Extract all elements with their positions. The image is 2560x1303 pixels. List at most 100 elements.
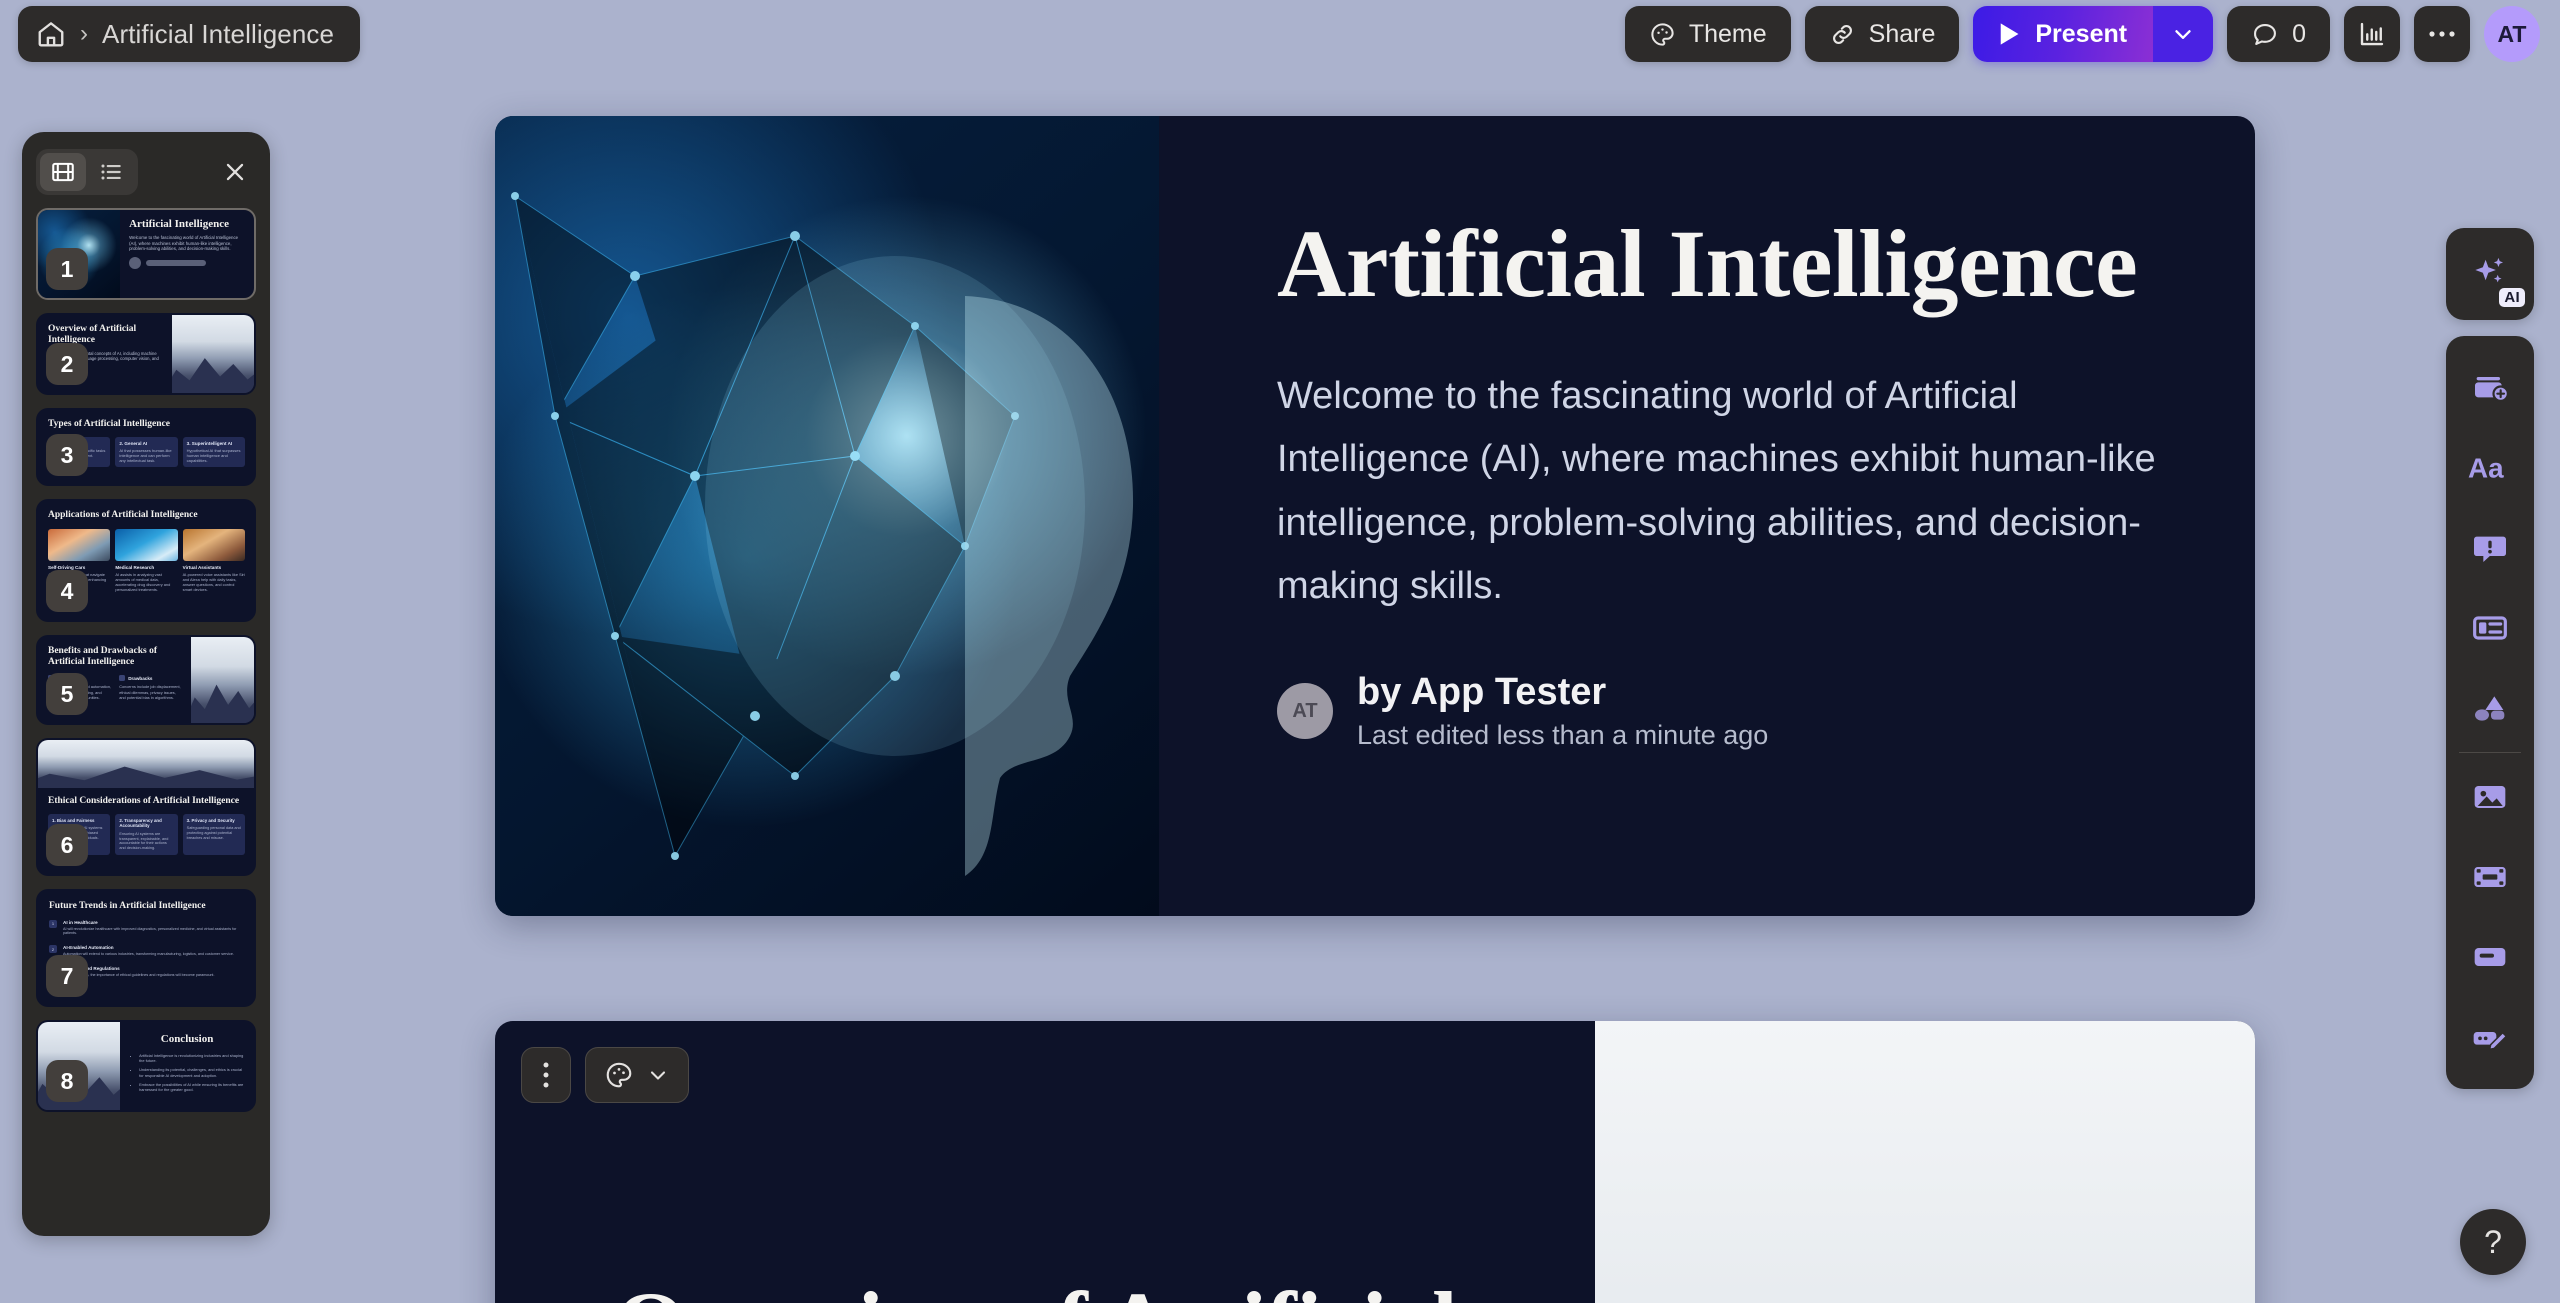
thumb-card-text: Concerns include job displacement, ethic… [119,684,181,700]
thumb-title: Future Trends in Artificial Intelligence [49,901,206,911]
layout-button[interactable] [2446,588,2534,668]
slide-number-badge: 3 [46,434,88,476]
image-button[interactable] [2446,757,2534,837]
ai-neural-head-image [495,116,1159,916]
slide-2-title[interactable]: Overview of Artificial [615,1271,1595,1303]
slide-panel-header [36,146,256,198]
text-button[interactable]: Aa [2446,428,2534,508]
breadcrumb-separator: › [80,20,88,47]
theme-button[interactable]: Theme [1624,6,1791,62]
shapes-button[interactable] [2446,668,2534,748]
text-aa-icon: Aa [2468,453,2504,484]
add-card-button[interactable] [2446,348,2534,428]
thumb-title: Types of Artificial Intelligence [48,419,170,429]
chevron-down-icon [650,1071,666,1080]
slide-title[interactable]: Artificial Intelligence [1277,208,2171,319]
top-bar: › Artificial Intelligence Theme Share Pr… [0,0,2560,68]
video-button[interactable] [2446,837,2534,917]
thumb-bullet: Understanding its potential, challenges,… [139,1067,244,1077]
thumb-title: Ethical Considerations of Artificial Int… [48,796,240,806]
thumb-bullet: Artificial Intelligence is revolutionizi… [139,1053,244,1063]
slide-thumbnail-7[interactable]: Future Trends in Artificial Intelligence… [36,889,256,1007]
list-view-button[interactable] [88,153,134,191]
share-button[interactable]: Share [1804,6,1960,62]
tool-rail-group: Aa [2446,336,2534,1089]
thumb-item-text: Automation will extend to various indust… [63,952,234,957]
slide-number-badge: 5 [46,673,88,715]
callout-icon [2474,536,2506,562]
thumb-image [191,637,254,723]
thumb-image [48,528,111,561]
draw-icon [2473,1031,2508,1051]
slide-thumbnail-3[interactable]: Types of Artificial Intelligence 1. Narr… [36,408,256,486]
thumb-title: Artificial Intelligence [129,218,229,230]
add-card-icon [2475,377,2509,402]
thumb-card-heading: 3. Privacy and Security [186,817,235,823]
thumb-bullet: Embrace the possibilities of AI while en… [139,1082,244,1092]
ai-button[interactable]: AI [2446,228,2534,320]
ai-badge: AI [2499,288,2525,307]
thumb-body: Welcome to the fascinating world of Arti… [129,235,239,252]
draw-button[interactable] [2446,997,2534,1077]
home-icon[interactable] [36,19,66,49]
thumb-step-index: 2 [49,945,57,954]
more-options-button[interactable] [2414,6,2470,62]
slide-thumbnail-6[interactable]: Ethical Considerations of Artificial Int… [36,738,256,876]
slide-thumbnail-5[interactable]: Benefits and Drawbacks of Artificial Int… [36,635,256,725]
breadcrumb-title[interactable]: Artificial Intelligence [102,19,334,50]
thumb-card-text: Ensuring AI systems are transparent, exp… [119,831,169,851]
layout-icon [2473,616,2507,640]
close-panel-button[interactable] [220,157,250,187]
card-menu-button[interactable] [521,1047,571,1103]
slide-thumbnail-4[interactable]: Applications of Artificial Intelligence … [36,499,256,622]
present-label: Present [2035,19,2128,48]
thumb-card-heading: Self-Driving Cars [48,564,86,570]
slide-number-badge: 6 [46,824,88,866]
comment-bubble-icon [2254,23,2277,45]
button-element-button[interactable] [2446,917,2534,997]
help-button[interactable]: ? [2460,1209,2526,1275]
author-row: AT by App Tester Last edited less than a… [1277,670,2171,753]
slide-thumbnail-list[interactable]: Artificial Intelligence Welcome to the f… [36,208,256,1220]
present-button-group: Present [1973,6,2214,62]
callout-button[interactable] [2446,508,2534,588]
slide-number-badge: 4 [46,570,88,612]
card-theme-button[interactable] [585,1047,689,1103]
slide-thumbnail-2[interactable]: Overview of Artificial Intelligence Expl… [36,313,256,395]
thumb-card-heading: Medical Research [115,564,155,570]
slide-thumbnail-8[interactable]: Conclusion Artificial Intelligence is re… [36,1020,256,1112]
palette-icon [606,1062,632,1088]
thumb-item-heading: AI-Enabled Automation [63,945,114,951]
svg-text:Aa: Aa [2468,453,2504,484]
slide-number-badge: 2 [46,343,88,385]
last-edited-text: Last edited less than a minute ago [1357,719,1769,750]
slide-body[interactable]: Welcome to the fascinating world of Arti… [1277,365,2157,617]
thumb-title: Conclusion [160,1033,214,1045]
rail-divider [2459,752,2521,753]
thumb-image [182,528,245,561]
thumb-card-text: Hypothetical AI that surpasses human int… [186,447,241,463]
slide-thumbnail-1[interactable]: Artificial Intelligence Welcome to the f… [36,208,256,300]
thumb-card-text: AI-powered voice assistants like Siri an… [182,571,245,592]
slide-card-1[interactable]: Artificial Intelligence Welcome to the f… [495,116,2255,916]
slide-number-badge: 7 [46,955,88,997]
thumb-item-heading: AI in Healthcare [63,919,98,925]
present-button[interactable]: Present [1973,6,2154,62]
thumb-image [171,315,254,393]
comments-button[interactable]: 0 [2227,6,2330,62]
grid-view-button[interactable] [40,153,86,191]
play-icon [2001,23,2019,45]
user-avatar[interactable]: AT [2484,6,2540,62]
thumb-image [115,528,178,561]
present-dropdown-button[interactable] [2153,6,2214,62]
thumb-card-text: AI assists in analyzing vast amounts of … [115,571,171,592]
close-icon [226,163,244,181]
slide-number-badge: 8 [46,1060,88,1102]
film-grid-icon [52,162,74,182]
breadcrumb[interactable]: › Artificial Intelligence [18,6,361,62]
ellipsis-icon [2429,31,2455,37]
slide-card-2[interactable]: Overview of Artificial [495,1021,2255,1303]
thumb-card-heading: Drawbacks [128,675,153,681]
thumb-item-text: AI will revolutionize healthcare with im… [63,926,237,936]
analytics-button[interactable] [2344,6,2400,62]
